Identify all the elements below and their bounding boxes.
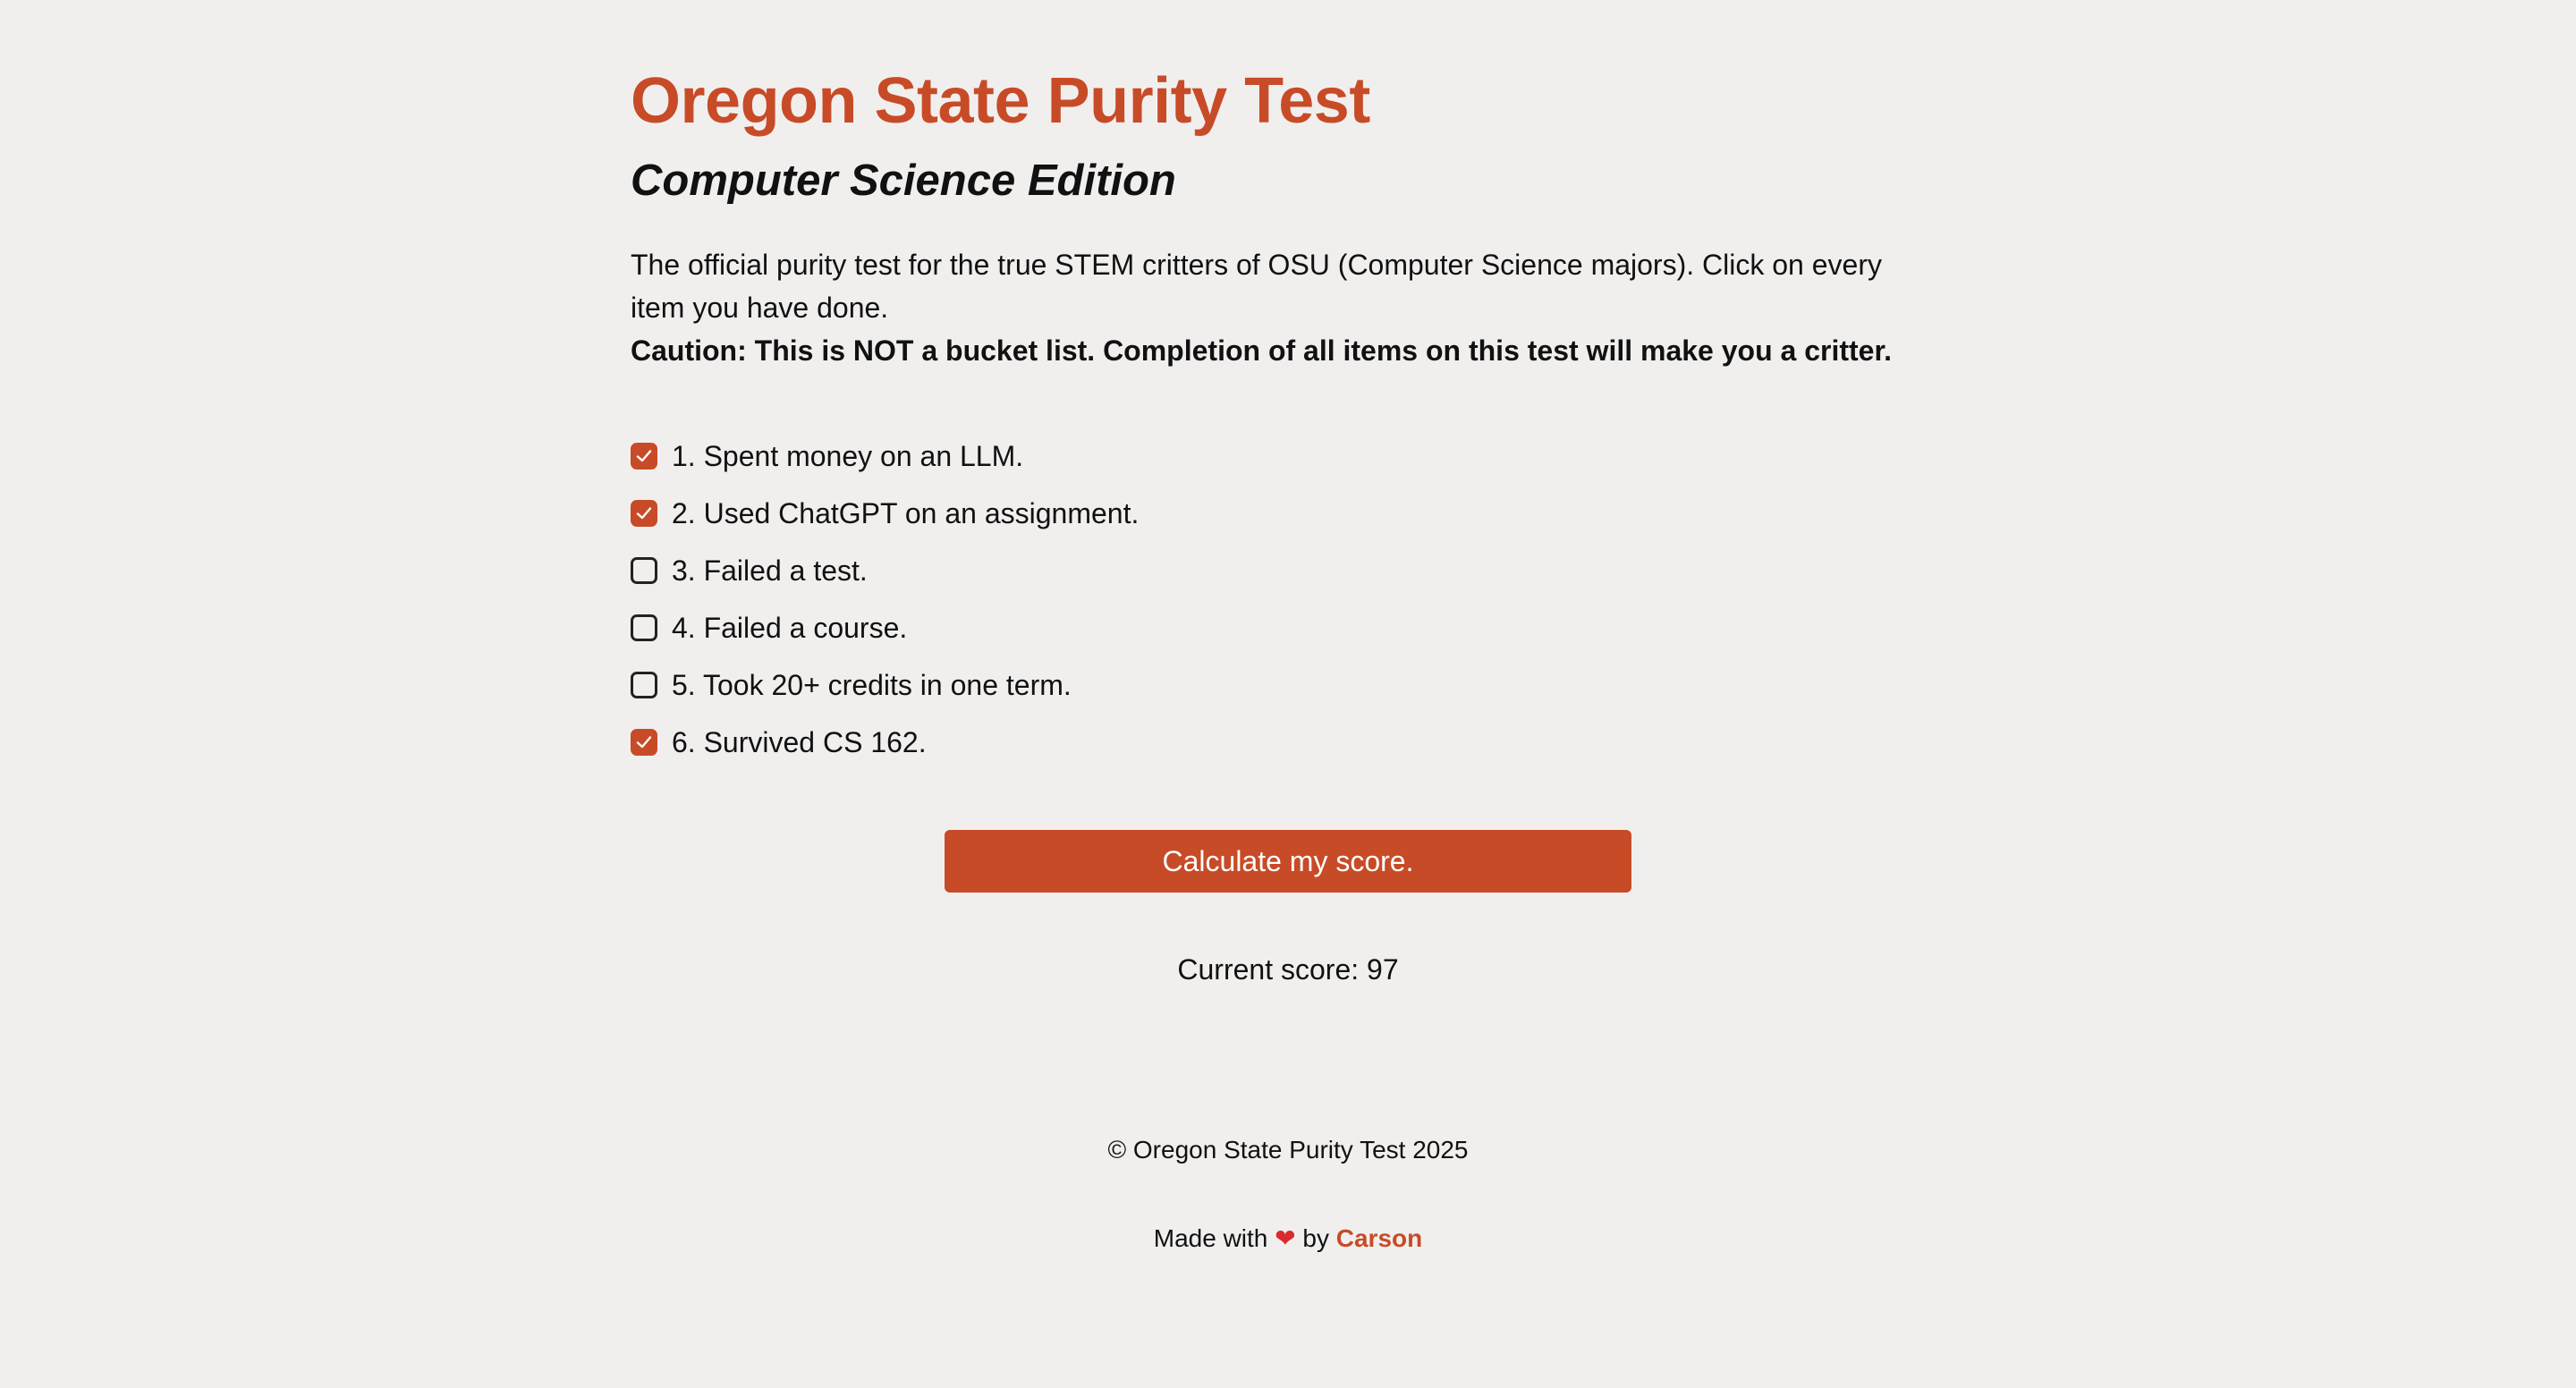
calculate-score-button[interactable]: Calculate my score. [945,830,1631,893]
checklist-item-label: 3. Failed a test. [672,554,868,587]
checkmark-icon [636,450,652,462]
author-link[interactable]: Carson [1336,1224,1422,1252]
footer-credit: Made with ❤ by Carson [0,1223,2576,1253]
current-score: Current score: 97 [1177,953,1399,986]
checkbox[interactable] [631,443,657,470]
checklist-item[interactable]: 4. Failed a course. [631,599,1139,656]
page-subtitle: Computer Science Edition [631,157,1176,205]
checklist-item-label: 1. Spent money on an LLM. [672,439,1024,472]
checkmark-icon [636,507,652,520]
checklist-item[interactable]: 3. Failed a test. [631,542,1139,599]
checklist-item[interactable]: 1. Spent money on an LLM. [631,427,1139,485]
checklist: 1. Spent money on an LLM. 2. Used ChatGP… [631,427,1139,771]
footer-copyright: © Oregon State Purity Test 2025 [1107,1136,1469,1164]
checkmark-icon [636,736,652,749]
checkbox[interactable] [631,672,657,698]
page-title: Oregon State Purity Test [631,65,1370,137]
checkbox[interactable] [631,500,657,527]
checkbox[interactable] [631,729,657,756]
checklist-item-label: 5. Took 20+ credits in one term. [672,668,1072,701]
made-with-text: Made with [1153,1224,1268,1252]
checkbox[interactable] [631,614,657,641]
checklist-item-label: 4. Failed a course. [672,611,908,644]
caution-text: Caution: This is NOT a bucket list. Comp… [631,334,1893,367]
heart-icon: ❤ [1275,1223,1296,1253]
checklist-item-label: 2. Used ChatGPT on an assignment. [672,496,1140,529]
intro-text: The official purity test for the true ST… [631,243,1936,372]
checklist-item[interactable]: 2. Used ChatGPT on an assignment. [631,485,1139,542]
checklist-item[interactable]: 6. Survived CS 162. [631,714,1139,771]
checklist-item-label: 6. Survived CS 162. [672,725,927,758]
by-text: by [1302,1224,1329,1252]
checklist-item[interactable]: 5. Took 20+ credits in one term. [631,656,1139,714]
description: The official purity test for the true ST… [631,249,1882,324]
checkbox[interactable] [631,557,657,584]
